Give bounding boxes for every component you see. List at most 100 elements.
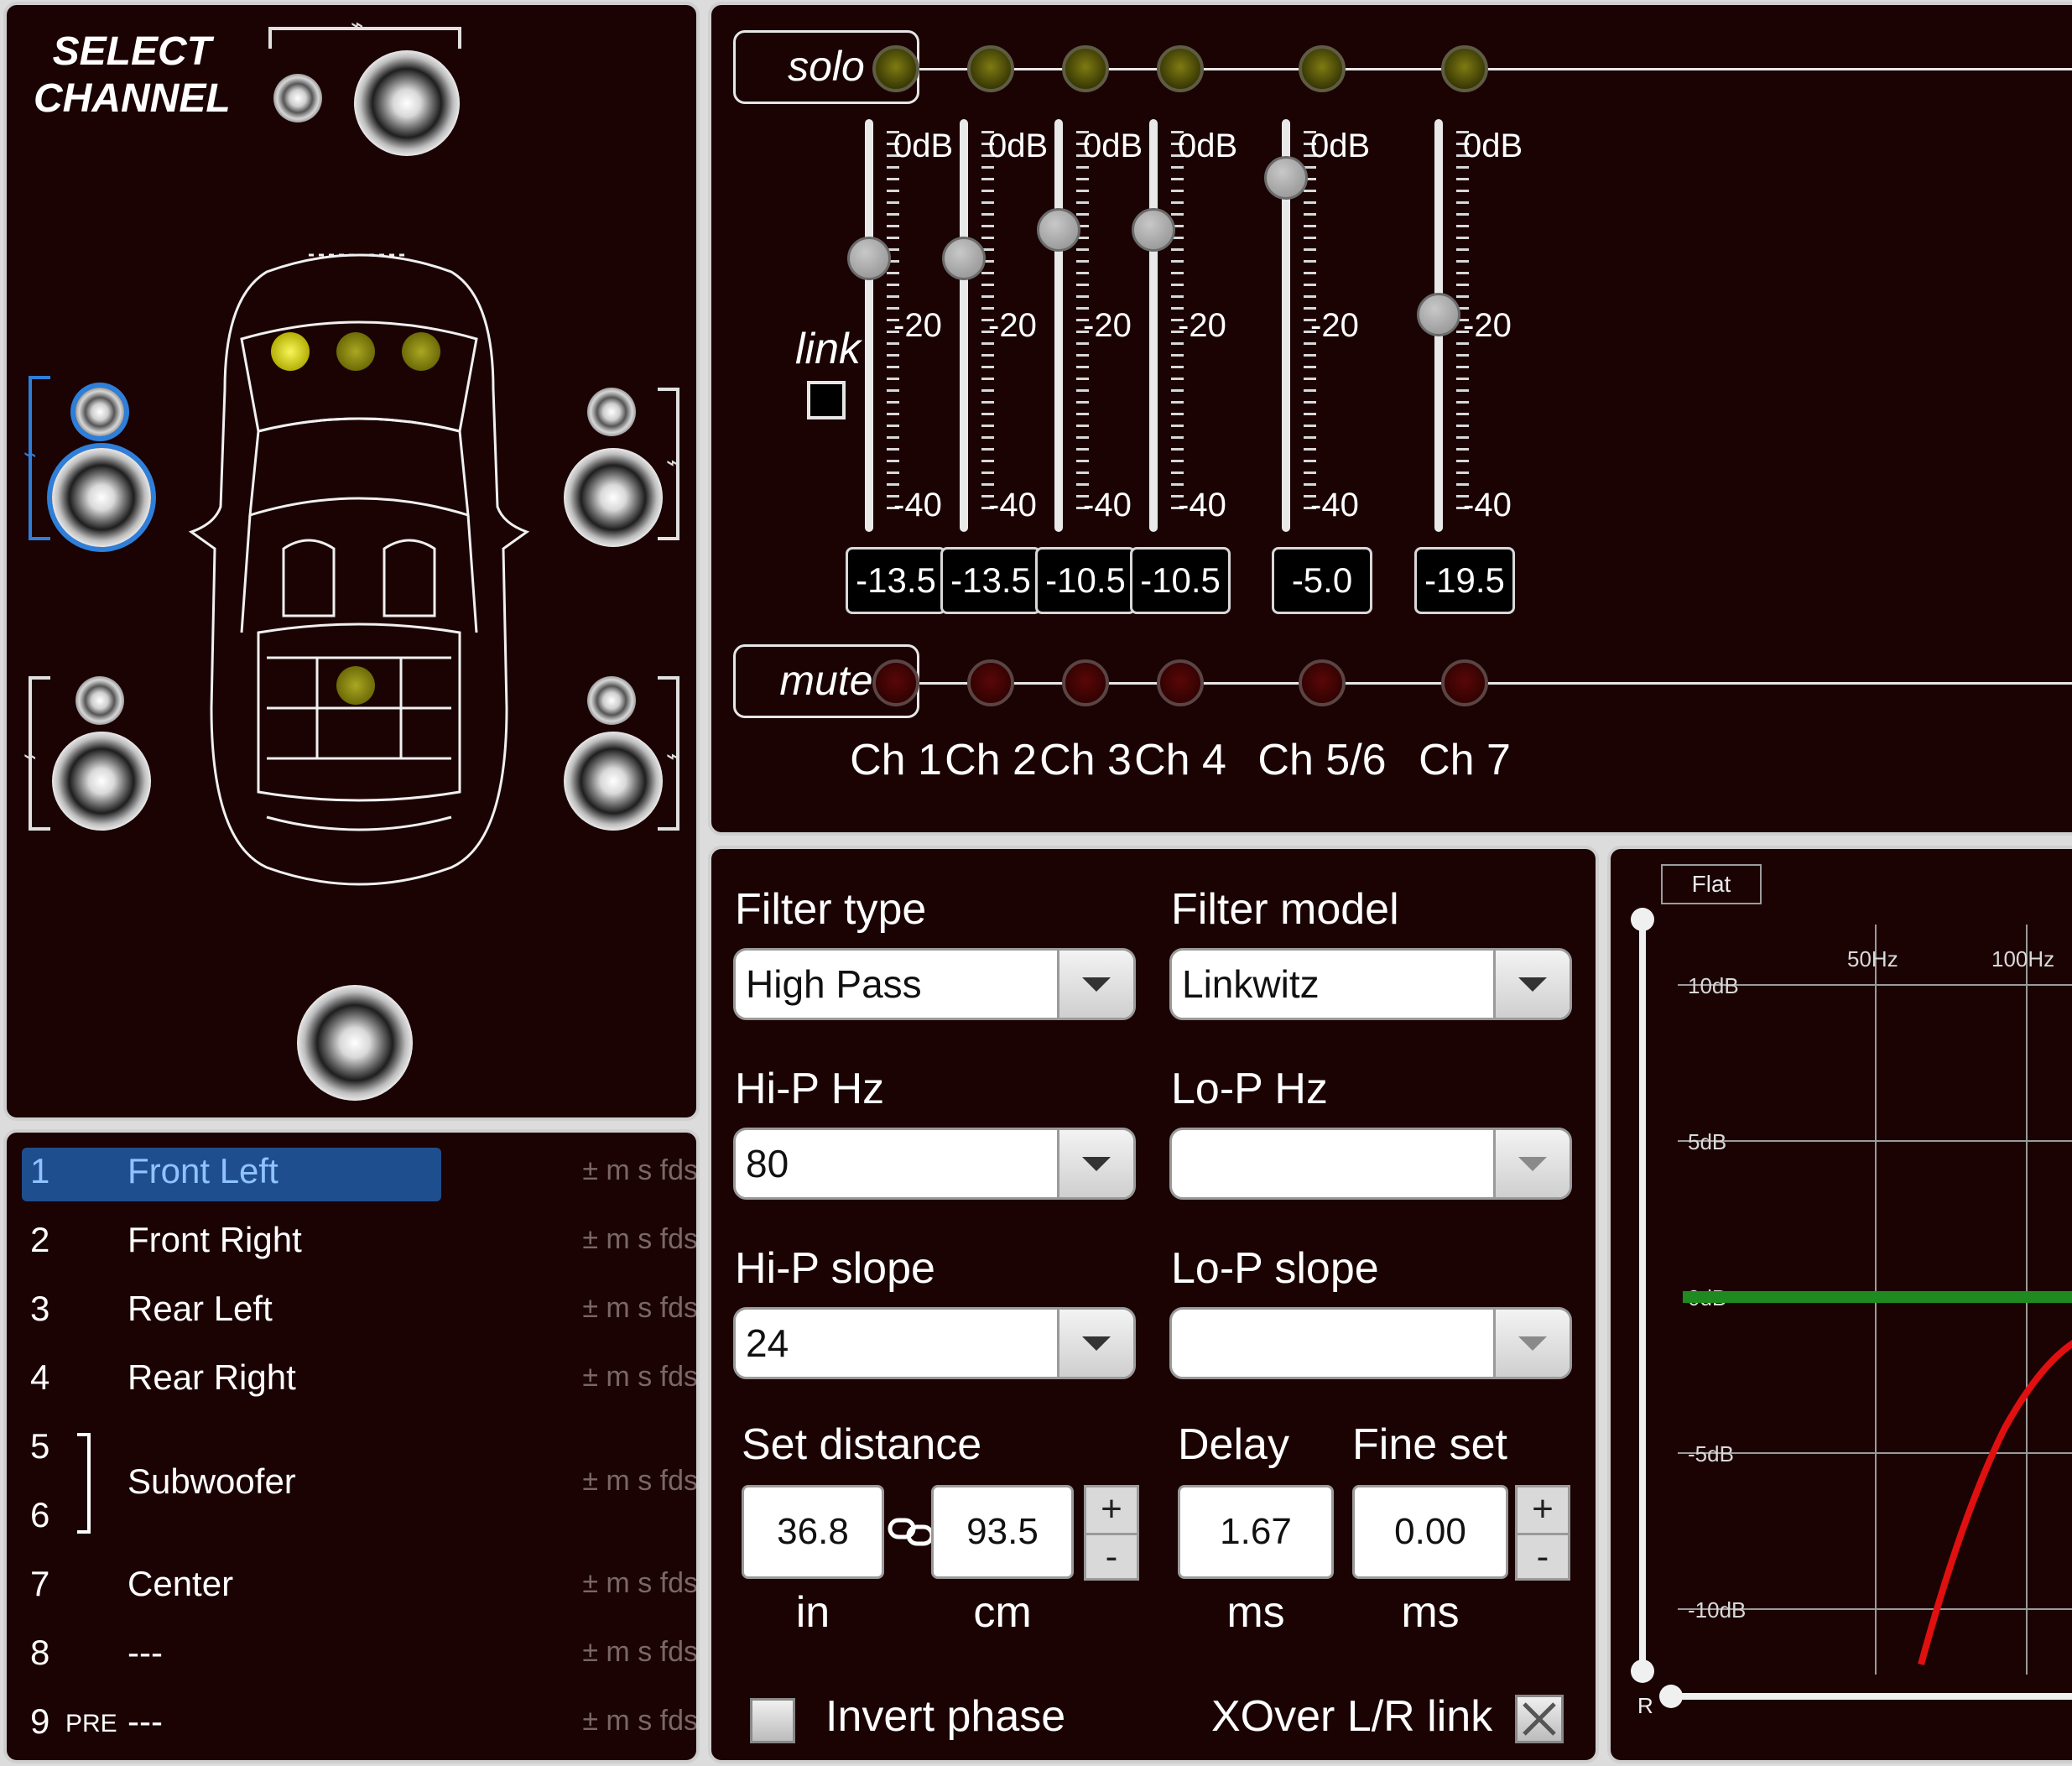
front-right-speaker[interactable]: [564, 448, 663, 547]
hip-hz-dropdown-button[interactable]: [1057, 1130, 1133, 1197]
lop-slope-dropdown-button[interactable]: [1493, 1310, 1570, 1377]
fine-set-increment-button[interactable]: +: [1518, 1487, 1568, 1535]
fader-value-ch2[interactable]: -13.5: [940, 547, 1041, 614]
center-speaker[interactable]: [354, 50, 460, 156]
delay-label: Delay: [1178, 1420, 1289, 1469]
rear-right-tweeter[interactable]: [587, 676, 636, 725]
delay-field[interactable]: 1.67: [1178, 1485, 1334, 1579]
solo-led-ch2[interactable]: [967, 45, 1014, 92]
mute-led-ch4[interactable]: [1157, 659, 1204, 706]
list-item-8[interactable]: 8 --- ± m s fds: [18, 1626, 696, 1681]
select-channel-title: SELECT CHANNEL: [34, 29, 231, 121]
lop-hz-dropdown-button[interactable]: [1493, 1130, 1570, 1197]
mute-led-ch3[interactable]: [1062, 659, 1109, 706]
distance-in-field[interactable]: 36.8: [742, 1485, 884, 1579]
front-left-link-icon[interactable]: ⌁: [23, 441, 37, 467]
invert-phase-checkbox[interactable]: [750, 1698, 795, 1743]
distance-increment-button[interactable]: +: [1086, 1487, 1137, 1535]
solo-led-ch5[interactable]: [1299, 45, 1346, 92]
lop-slope-label: Lo-P slope: [1171, 1244, 1379, 1293]
set-distance-label: Set distance: [742, 1420, 982, 1469]
solo-led-ch3[interactable]: [1062, 45, 1109, 92]
fader-value-ch6[interactable]: -19.5: [1414, 547, 1515, 614]
fader-value-ch1[interactable]: -13.5: [846, 547, 946, 614]
solo-led-ch1[interactable]: [872, 45, 919, 92]
center-tweeter[interactable]: [273, 74, 322, 122]
mute-led-ch1[interactable]: [872, 659, 919, 706]
fader-value-ch3[interactable]: -10.5: [1035, 547, 1136, 614]
list-item-subwoofer[interactable]: 5 6 Subwoofer ± m s fds: [18, 1420, 696, 1554]
fader-thumb-ch6[interactable]: [1417, 293, 1460, 337]
rear-left-tweeter[interactable]: [75, 676, 124, 725]
list-item-rear-left[interactable]: 3 Rear Left ± m s fds: [18, 1282, 696, 1337]
seat-position-front-left[interactable]: [271, 332, 310, 371]
list-item-front-left[interactable]: 1 Front Left ± m s fds: [18, 1144, 696, 1200]
scale-label-ch4-0: 0dB: [1178, 128, 1238, 164]
subwoofer-speaker[interactable]: [297, 985, 413, 1101]
scale-label-ch2-0: 0dB: [988, 128, 1049, 164]
seat-position-rear[interactable]: [336, 666, 375, 705]
fader-value-ch5[interactable]: -5.0: [1272, 547, 1372, 614]
fader-value-ch4[interactable]: -10.5: [1130, 547, 1231, 614]
filter-model-dropdown-button[interactable]: [1493, 951, 1570, 1018]
eq-gain-slider-top-handle[interactable]: [1631, 908, 1654, 931]
scale-label-ch3-2: -40: [1083, 487, 1132, 524]
fader-thumb-ch4[interactable]: [1132, 208, 1175, 253]
fader-thumb-ch3[interactable]: [1037, 208, 1080, 253]
channel-list-panel: 1 Front Left ± m s fds 2 Front Right ± m…: [3, 1129, 700, 1763]
fader-track-ch3[interactable]: [1054, 119, 1063, 532]
distance-decrement-button[interactable]: -: [1086, 1535, 1137, 1581]
solo-led-ch6[interactable]: [1441, 45, 1488, 92]
fader-track-ch4[interactable]: [1149, 119, 1158, 532]
fader-track-ch1[interactable]: [865, 119, 873, 532]
link-chain-icon[interactable]: [888, 1515, 934, 1549]
fader-thumb-ch5[interactable]: [1264, 156, 1308, 201]
fader-track-ch2[interactable]: [960, 119, 968, 532]
list-item-center[interactable]: 7 Center ± m s fds: [18, 1557, 696, 1612]
link-checkbox[interactable]: [807, 381, 846, 419]
lop-slope-dropdown[interactable]: [1169, 1307, 1572, 1379]
eq-gain-slider-bottom-handle[interactable]: [1631, 1659, 1654, 1683]
lop-hz-dropdown[interactable]: [1169, 1128, 1572, 1200]
rear-right-speaker[interactable]: [564, 732, 663, 831]
hip-slope-dropdown-button[interactable]: [1057, 1310, 1133, 1377]
list-item-9[interactable]: 9 PRE --- ± m s fds: [18, 1695, 696, 1750]
fader-thumb-ch2[interactable]: [942, 236, 986, 280]
filter-model-dropdown[interactable]: Linkwitz: [1169, 948, 1572, 1020]
seat-position-front-right[interactable]: [402, 332, 440, 371]
invert-phase-label: Invert phase: [825, 1692, 1066, 1741]
filter-type-dropdown[interactable]: High Pass: [733, 948, 1136, 1020]
mute-led-ch2[interactable]: [967, 659, 1014, 706]
eq-response-graph: R 10dB 5dB 0dB -5dB -10dB 50Hz 100Hz: [1631, 908, 2072, 1718]
filter-type-dropdown-button[interactable]: [1057, 951, 1133, 1018]
hip-hz-dropdown[interactable]: 80: [733, 1128, 1136, 1200]
center-link-icon[interactable]: ⌁: [351, 12, 364, 38]
rear-left-speaker[interactable]: [52, 732, 151, 831]
scale-label-ch5-0: 0dB: [1310, 128, 1371, 164]
front-right-tweeter[interactable]: [587, 388, 636, 436]
hip-slope-dropdown[interactable]: 24: [733, 1307, 1136, 1379]
eq-frequency-slider-handle[interactable]: [1659, 1685, 1683, 1708]
fine-set-field[interactable]: 0.00: [1352, 1485, 1508, 1579]
list-item-front-right[interactable]: 2 Front Right ± m s fds: [18, 1213, 696, 1268]
front-right-link-icon[interactable]: ⌁: [666, 450, 679, 476]
list-item-rear-right[interactable]: 4 Rear Right ± m s fds: [18, 1351, 696, 1406]
fine-set-decrement-button[interactable]: -: [1518, 1535, 1568, 1581]
mute-led-ch6[interactable]: [1441, 659, 1488, 706]
seat-position-front-center[interactable]: [336, 332, 375, 371]
fine-set-stepper[interactable]: + -: [1515, 1485, 1570, 1581]
link-label: link: [795, 325, 862, 373]
solo-led-ch4[interactable]: [1157, 45, 1204, 92]
mute-led-ch5[interactable]: [1299, 659, 1346, 706]
center-bracket: [268, 27, 461, 49]
rear-left-link-icon[interactable]: ⌁: [23, 743, 37, 769]
rear-right-link-icon[interactable]: ⌁: [666, 743, 679, 769]
fader-thumb-ch1[interactable]: [847, 236, 891, 280]
front-left-speaker[interactable]: [52, 448, 151, 547]
front-left-tweeter[interactable]: [75, 388, 124, 436]
xover-link-checkbox[interactable]: [1515, 1695, 1564, 1743]
distance-cm-field[interactable]: 93.5: [931, 1485, 1074, 1579]
filter-response-curve: [1918, 1340, 2072, 1666]
distance-stepper[interactable]: + -: [1084, 1485, 1139, 1581]
y-tick-10db: 10dB: [1688, 973, 1739, 998]
